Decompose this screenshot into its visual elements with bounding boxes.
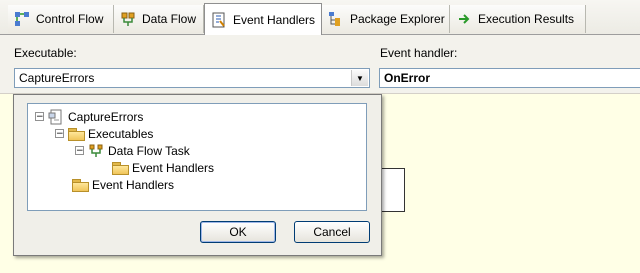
- execution-results-icon: [456, 11, 472, 27]
- tab-data-flow[interactable]: Data Flow: [114, 5, 204, 33]
- package-explorer-icon: [328, 11, 344, 27]
- chevron-down-icon[interactable]: ▼: [351, 70, 368, 86]
- executable-value: CaptureErrors: [19, 71, 95, 85]
- executable-tree[interactable]: − CaptureErrors − Executables − Data Flo…: [27, 103, 367, 211]
- executable-dropdown: − CaptureErrors − Executables − Data Flo…: [13, 94, 382, 256]
- tab-control-flow[interactable]: Control Flow: [8, 5, 114, 33]
- event-handlers-icon: [211, 12, 227, 28]
- collapse-icon[interactable]: −: [75, 146, 84, 156]
- executable-combo[interactable]: CaptureErrors ▼: [14, 68, 370, 88]
- folder-icon: [72, 178, 89, 192]
- folder-open-icon: [68, 127, 85, 141]
- event-handler-combo[interactable]: OnError: [379, 68, 640, 88]
- tree-node-event-handlers[interactable]: Event Handlers: [72, 176, 174, 193]
- event-handler-label: Event handler:: [380, 46, 458, 60]
- tree-node-root[interactable]: − CaptureErrors: [35, 108, 143, 125]
- tab-execution-results[interactable]: Execution Results: [450, 5, 586, 33]
- designer-surface-element: [380, 168, 405, 212]
- tree-node-data-flow-task[interactable]: − Data Flow Task: [75, 142, 190, 159]
- folder-icon: [112, 161, 129, 175]
- event-handler-header: Executable: CaptureErrors ▼ Event handle…: [0, 35, 640, 94]
- package-icon: [48, 109, 64, 125]
- cancel-button[interactable]: Cancel: [294, 221, 370, 243]
- event-handler-value: OnError: [384, 71, 431, 85]
- ok-button[interactable]: OK: [200, 221, 276, 243]
- executable-label: Executable:: [14, 46, 77, 60]
- collapse-icon[interactable]: −: [55, 129, 64, 139]
- data-flow-task-icon: [88, 143, 104, 159]
- tree-node-executables[interactable]: − Executables: [55, 125, 153, 142]
- collapse-icon[interactable]: −: [35, 112, 44, 122]
- tab-event-handlers[interactable]: Event Handlers: [204, 3, 322, 35]
- tree-node-task-event-handlers[interactable]: Event Handlers: [112, 159, 214, 176]
- tab-package-explorer[interactable]: Package Explorer: [322, 5, 450, 33]
- tab-strip: Control Flow Data Flow Event Handlers Pa…: [0, 0, 640, 35]
- control-flow-icon: [14, 11, 30, 27]
- data-flow-icon: [120, 11, 136, 27]
